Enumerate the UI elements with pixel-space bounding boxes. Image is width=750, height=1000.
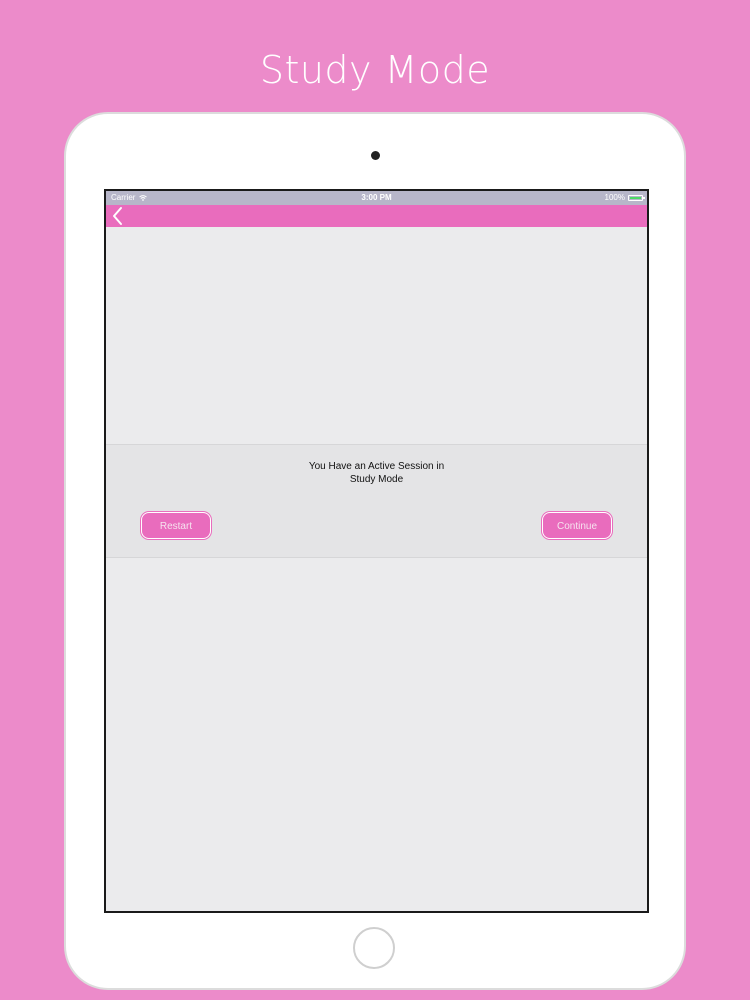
nav-bar [106, 205, 647, 227]
continue-button[interactable]: Continue [542, 512, 612, 539]
chevron-left-icon [113, 207, 122, 225]
session-message: You Have an Active Session in Study Mode [106, 460, 647, 486]
restart-button[interactable]: Restart [141, 512, 211, 539]
battery-icon [628, 194, 645, 201]
home-button[interactable] [353, 927, 395, 969]
status-bar: Carrier 3:00 PM 100% [106, 191, 647, 205]
active-session-panel: You Have an Active Session in Study Mode… [106, 444, 647, 558]
tablet-device: Carrier 3:00 PM 100% You Have an Active … [64, 112, 686, 990]
session-message-line2: Study Mode [349, 474, 404, 485]
promo-title: Study Mode [259, 48, 491, 92]
back-button[interactable] [110, 206, 128, 226]
status-time: 3:00 PM [361, 193, 392, 202]
screen: Carrier 3:00 PM 100% You Have an Active … [104, 189, 649, 913]
app-view: Carrier 3:00 PM 100% You Have an Active … [106, 191, 647, 911]
camera-icon [371, 151, 380, 160]
battery-indicator: 100% [604, 193, 645, 202]
session-message-line1: You Have an Active Session in [308, 461, 445, 472]
battery-percent: 100% [604, 193, 625, 202]
